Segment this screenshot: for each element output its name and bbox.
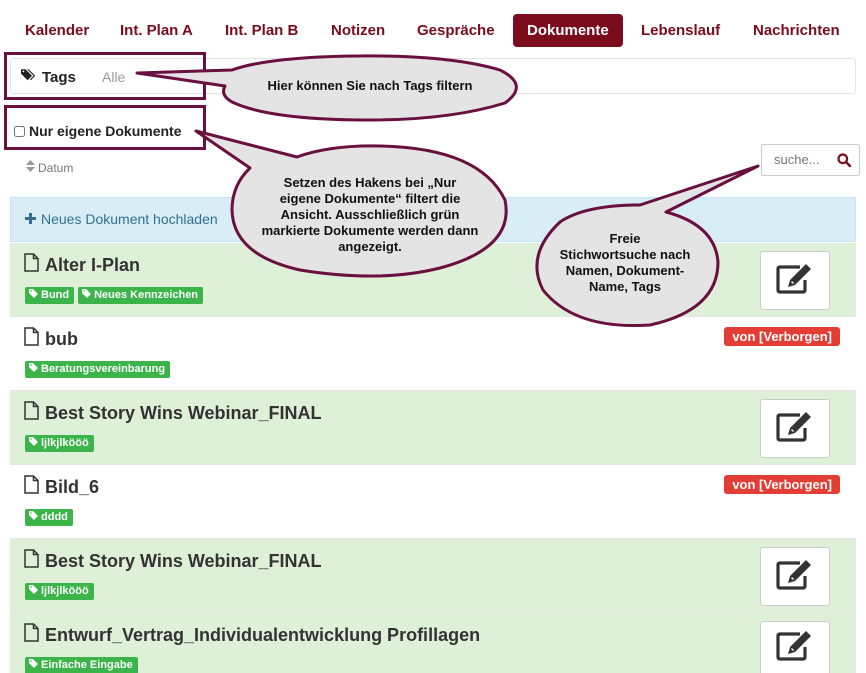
callout-overlay	[135, 54, 760, 328]
callout-text-own-docs: Setzen des Hakens bei „Nur eigene Dokume…	[261, 175, 479, 254]
callout-text-tags: Hier können Sie nach Tags filtern	[267, 78, 473, 93]
callout-text-search: Freie Stichwortsuche nach Namen, Dokumen…	[559, 231, 691, 294]
